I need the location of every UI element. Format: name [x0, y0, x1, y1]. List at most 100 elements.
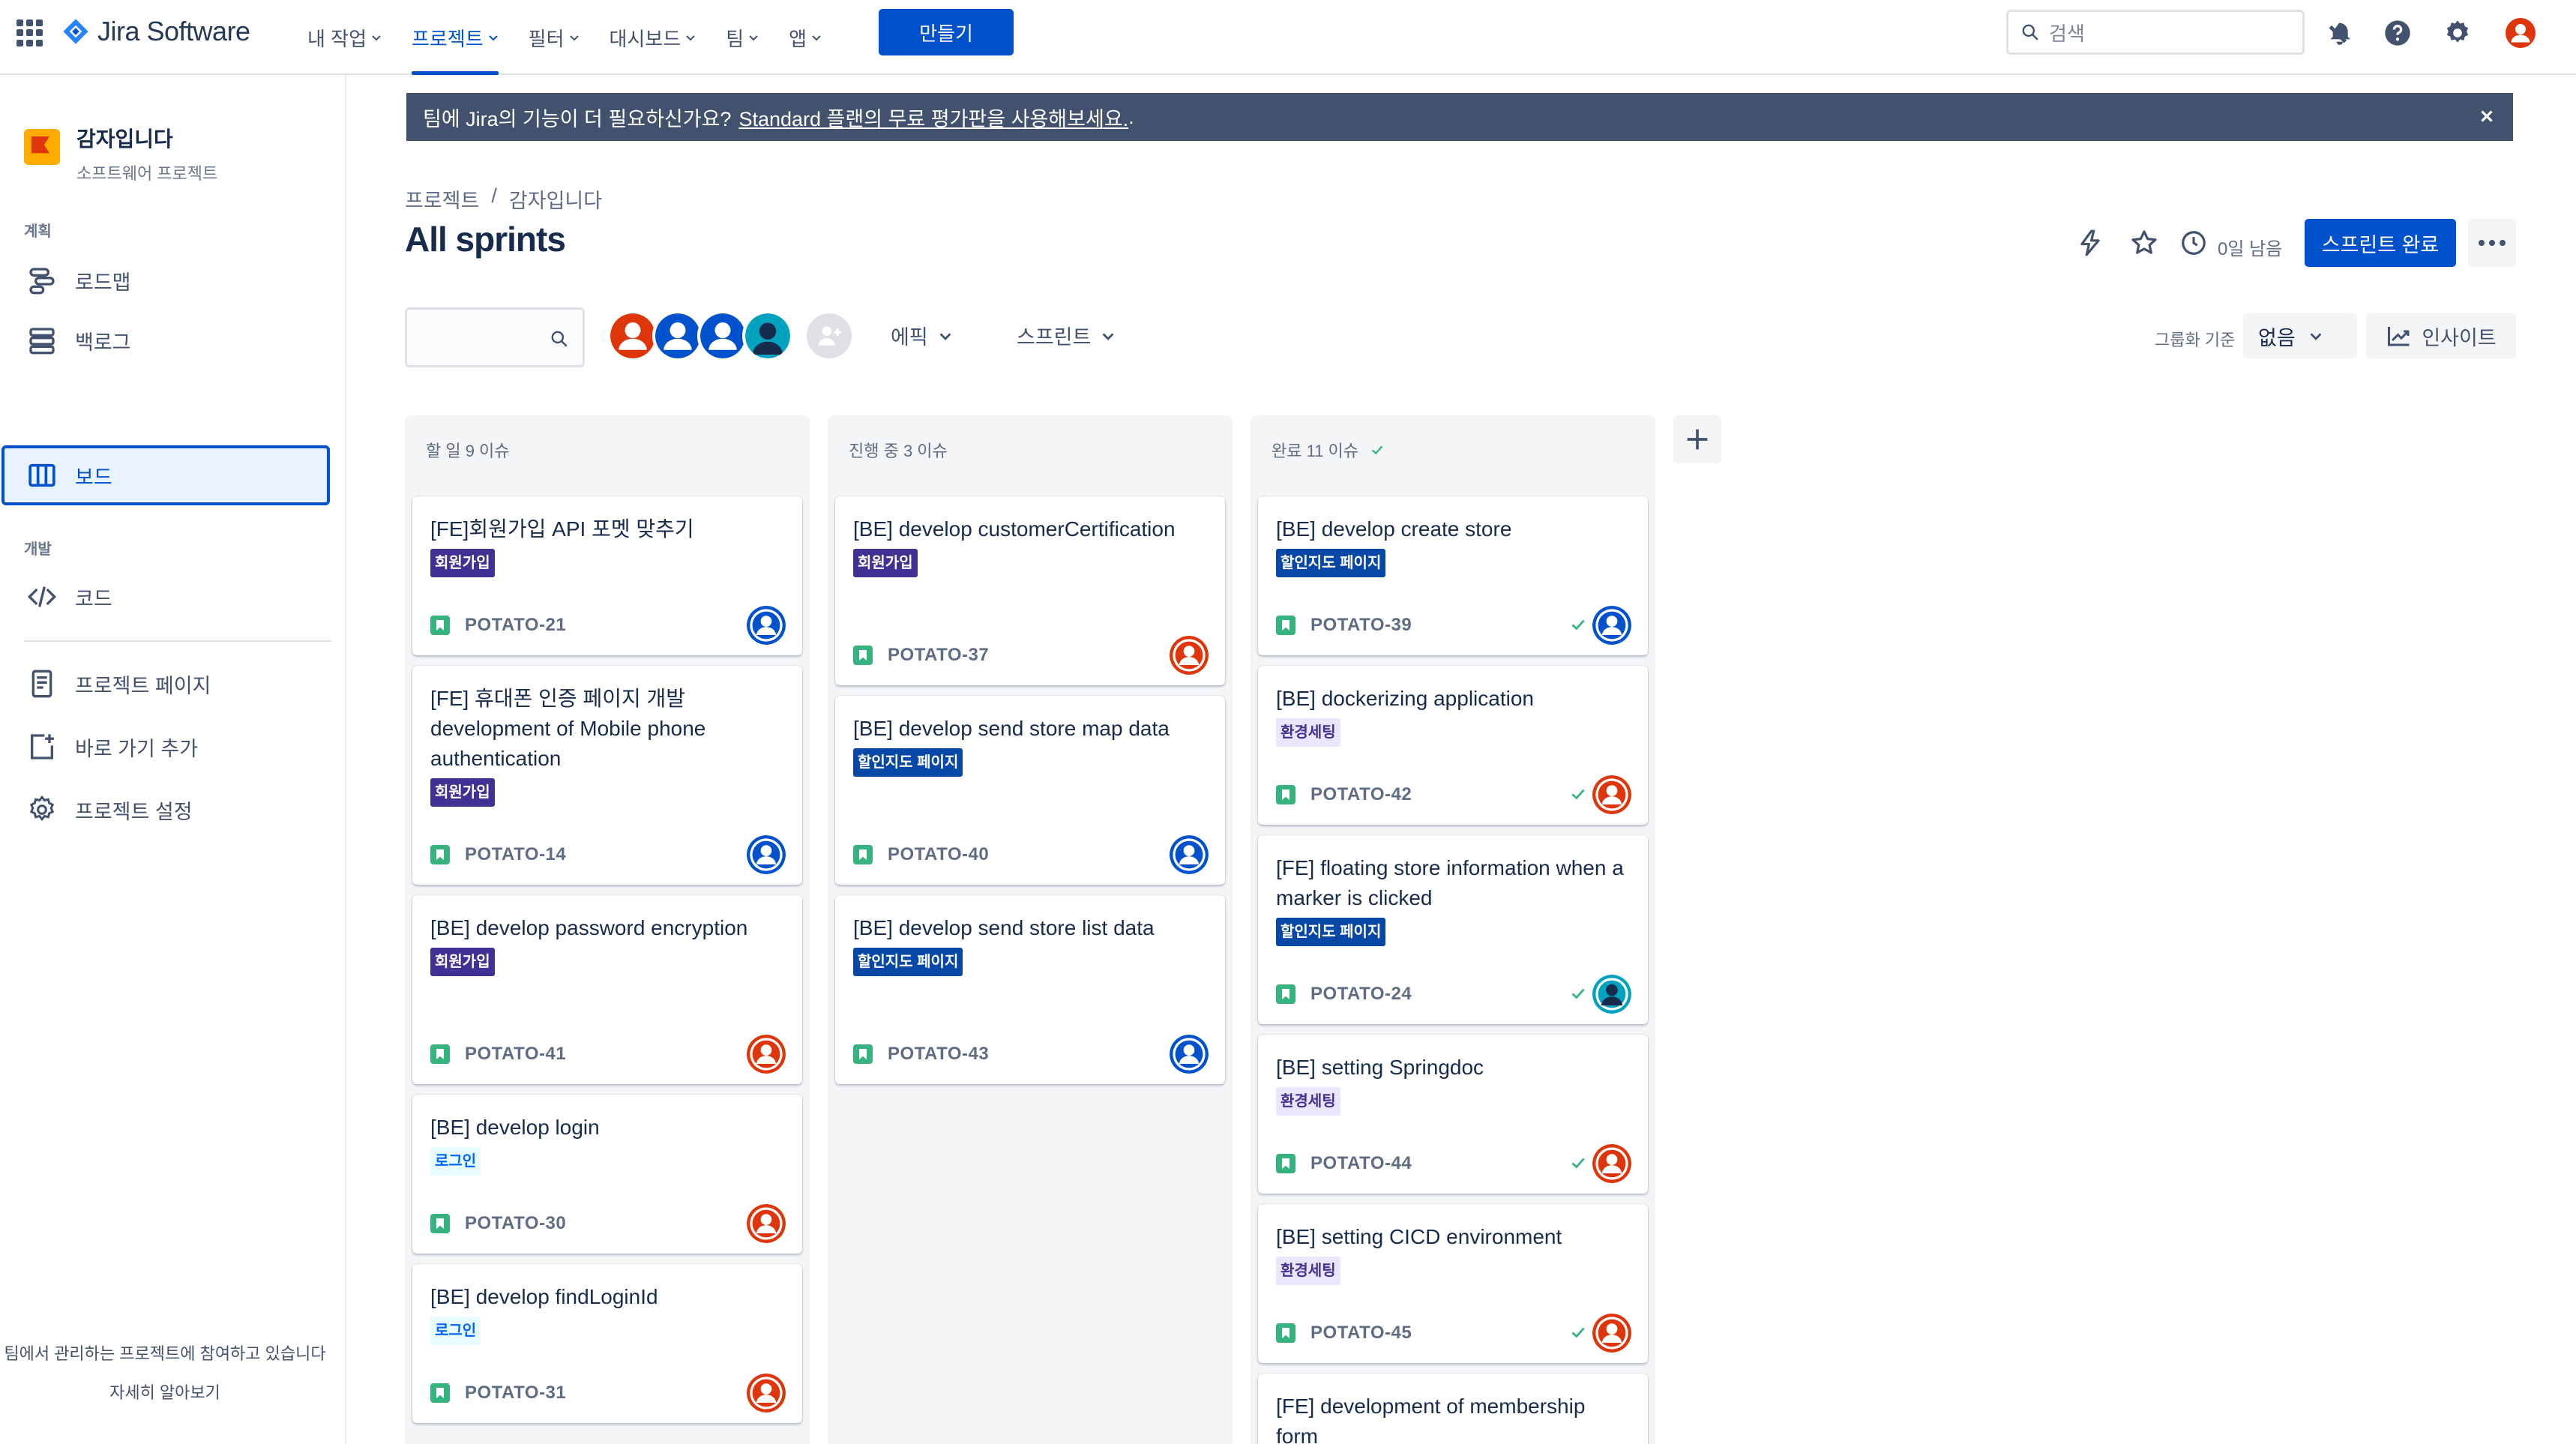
sidebar-item-code[interactable]: 코드 [0, 567, 330, 627]
sidebar-item-project-pages[interactable]: 프로젝트 페이지 [0, 654, 330, 714]
assignee-avatar[interactable] [1592, 1144, 1631, 1183]
app-switcher-icon[interactable] [16, 19, 43, 46]
sidebar-item-add-shortcut[interactable]: 바로 가기 추가 [0, 717, 330, 777]
assignee-avatar[interactable] [1170, 835, 1209, 874]
assignee-avatar[interactable] [747, 1374, 786, 1413]
breadcrumb-projects[interactable]: 프로젝트 [405, 184, 479, 214]
global-search-input[interactable]: 검색 [2006, 10, 2305, 55]
breadcrumb-project[interactable]: 감자입니다 [509, 184, 602, 214]
plus-icon [1687, 429, 1708, 450]
chevron-down-icon [749, 35, 758, 41]
story-icon [1276, 984, 1295, 1004]
assignee-avatar[interactable] [747, 835, 786, 874]
sprint-filter-dropdown[interactable]: 스프린트 [1017, 321, 1115, 350]
insights-button[interactable]: 인사이트 [2366, 313, 2516, 358]
nav-dashboards[interactable]: 대시보드 [610, 0, 696, 75]
board-search-input[interactable] [405, 307, 585, 367]
sidebar-item-label: 백로그 [75, 331, 131, 354]
issue-card[interactable]: [FE] development of membership form [1258, 1374, 1648, 1444]
epic-filter-dropdown[interactable]: 에픽 [891, 321, 952, 350]
nav-teams[interactable]: 팀 [726, 0, 759, 75]
issue-card[interactable]: [BE] develop send store map data 할인지도 페이… [835, 696, 1225, 885]
issue-card[interactable]: [BE] setting Springdoc 환경세팅 POTATO-44 [1258, 1035, 1648, 1194]
assignee-avatar[interactable] [1592, 975, 1631, 1014]
sidebar-item-roadmap[interactable]: 로드맵 [0, 250, 330, 310]
help-icon[interactable] [2381, 16, 2414, 49]
issue-card[interactable]: [BE] develop findLoginId 로그인 POTATO-31 [412, 1264, 802, 1423]
issue-key: POTATO-45 [1310, 1323, 1412, 1343]
card-footer: POTATO-44 [1276, 1153, 1412, 1174]
complete-sprint-button[interactable]: 스프린트 완료 [2305, 219, 2456, 267]
story-icon [1276, 616, 1295, 635]
epic-label: 할인지도 페이지 [853, 948, 963, 976]
done-check-icon [1571, 1158, 1585, 1169]
card-footer: POTATO-37 [853, 645, 989, 666]
nav-menu: 내 작업 프로젝트 필터 대시보드 팀 앱 [307, 0, 852, 75]
avatar[interactable] [652, 310, 703, 361]
epic-label: 환경세팅 [1276, 1087, 1340, 1116]
page-icon [31, 670, 52, 698]
epic-label: 환경세팅 [1276, 718, 1340, 747]
card-footer: POTATO-21 [430, 615, 566, 636]
settings-gear-icon[interactable] [2441, 16, 2474, 49]
sidebar-item-project-settings[interactable]: 프로젝트 설정 [0, 780, 330, 840]
assignee-avatar[interactable] [747, 1035, 786, 1074]
assignee-avatar[interactable] [1592, 606, 1631, 645]
team-managed-note: 팀에서 관리하는 프로젝트에 참여하고 있습니다 [4, 1344, 326, 1363]
sidebar-item-label: 로드맵 [75, 271, 131, 294]
more-actions-button[interactable] [2468, 219, 2516, 267]
column-header: 진행 중 3 이슈 [849, 438, 948, 462]
issue-card[interactable]: [BE] setting CICD environment 환경세팅 POTAT… [1258, 1204, 1648, 1363]
chevron-down-icon [372, 35, 381, 41]
nav-my-work[interactable]: 내 작업 [307, 0, 382, 75]
avatar[interactable] [742, 310, 793, 361]
notifications-icon[interactable] [2323, 16, 2356, 49]
user-avatar[interactable] [2504, 16, 2537, 49]
nav-apps[interactable]: 앱 [789, 0, 822, 75]
automation-lightning-icon[interactable] [2074, 226, 2107, 259]
issue-card[interactable]: [BE] develop customerCertification 회원가입 … [835, 496, 1225, 685]
sidebar-item-label: 프로젝트 설정 [75, 800, 193, 823]
sidebar-item-backlog[interactable]: 백로그 [0, 310, 330, 370]
issue-key: POTATO-24 [1310, 984, 1412, 1004]
issue-card[interactable]: [BE] develop create store 할인지도 페이지 POTAT… [1258, 496, 1648, 655]
board-icon [28, 463, 55, 487]
dot-icon [2489, 240, 2495, 246]
story-icon [853, 1044, 873, 1064]
jira-logo[interactable]: Jira Software [61, 16, 250, 46]
assignee-avatar[interactable] [1592, 1314, 1631, 1353]
nav-projects[interactable]: 프로젝트 [411, 0, 499, 75]
nav-filters[interactable]: 필터 [529, 0, 580, 75]
learn-more-link[interactable]: 자세히 알아보기 [0, 1380, 330, 1404]
avatar[interactable] [697, 310, 748, 361]
project-header[interactable]: 감자입니다 소프트웨어 프로젝트 [24, 120, 217, 184]
close-icon[interactable] [2477, 106, 2497, 126]
story-icon [1276, 785, 1295, 804]
avatar[interactable] [607, 310, 658, 361]
add-people-button[interactable] [804, 310, 855, 361]
issue-card[interactable]: [BE] develop login 로그인 POTATO-30 [412, 1095, 802, 1254]
assignee-avatar[interactable] [747, 1204, 786, 1243]
issue-card[interactable]: [FE]회원가입 API 포멧 맞추기 회원가입 POTATO-21 [412, 496, 802, 655]
add-column-button[interactable] [1673, 415, 1721, 463]
top-navigation: Jira Software 내 작업 프로젝트 필터 대시보드 팀 앱 만들기 [0, 0, 2576, 75]
code-icon [27, 586, 57, 607]
assignee-avatar[interactable] [1170, 636, 1209, 675]
issue-card[interactable]: [FE] floating store information when a m… [1258, 835, 1648, 1024]
issue-card[interactable]: [FE] 휴대폰 인증 페이지 개발 development of Mobile… [412, 666, 802, 885]
assignee-avatar[interactable] [1592, 775, 1631, 814]
project-name: 감자입니다 [76, 127, 173, 151]
done-check-icon [1571, 988, 1585, 999]
assignee-avatar[interactable] [1170, 1035, 1209, 1074]
issue-card[interactable]: [BE] develop password encryption 회원가입 PO… [412, 895, 802, 1084]
star-icon[interactable] [2128, 226, 2161, 259]
banner-trial-link[interactable]: Standard 플랜의 무료 평가판을 사용해보세요. [738, 103, 1128, 132]
sidebar-item-board[interactable]: 보드 [1, 445, 330, 505]
create-button[interactable]: 만들기 [879, 9, 1014, 55]
assignee-avatar[interactable] [747, 606, 786, 645]
days-remaining: 0일 남음 [2218, 239, 2283, 259]
gear-icon [29, 795, 55, 822]
issue-card[interactable]: [BE] dockerizing application 환경세팅 POTATO… [1258, 666, 1648, 825]
group-by-dropdown[interactable]: 없음 [2243, 313, 2357, 358]
issue-card[interactable]: [BE] develop send store list data 할인지도 페… [835, 895, 1225, 1084]
